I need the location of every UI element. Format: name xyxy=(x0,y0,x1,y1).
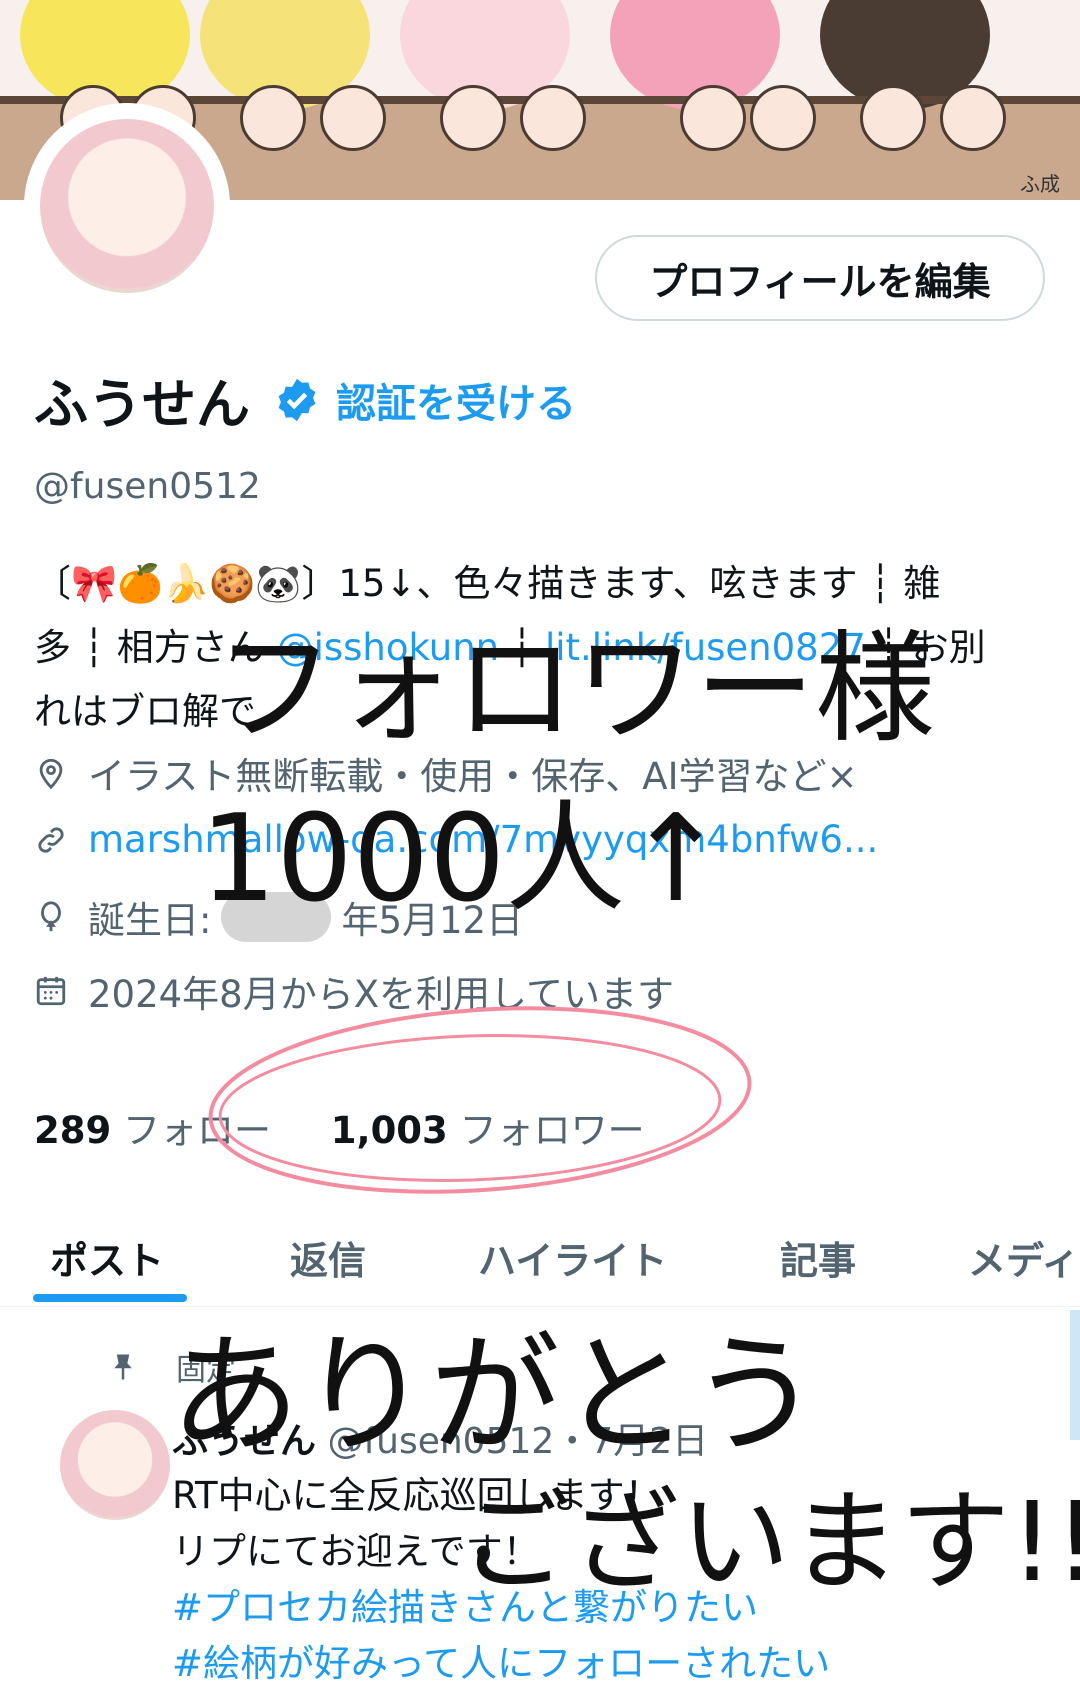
bio-mention-link[interactable]: @isshokunn xyxy=(277,626,500,669)
profile-bio: 〔🎀🍊🍌🍪🐼〕15↓、色々描きます、呟きます ┆ 雑 多 ┆ 相方さん @iss… xyxy=(34,552,1044,744)
pinned-text: 固定 xyxy=(176,1353,236,1388)
bio-separator: ┆ xyxy=(499,626,545,669)
tab-articles[interactable]: 記事 xyxy=(780,1230,856,1285)
birthday-prefix: 誕生日: xyxy=(88,899,212,942)
bio-line: 多 ┆ 相方さん @isshokunn ┆ lit.link/fusen0827… xyxy=(34,616,1044,680)
website-row: marshmallow-qa.com/7mvyyqxm4bnfw6... xyxy=(34,818,878,861)
banner-paw xyxy=(680,85,746,151)
joined-text: 2024年8月からXを利用しています xyxy=(88,973,674,1016)
pinned-label: 固定 xyxy=(108,1345,236,1389)
banner-paw xyxy=(240,85,306,151)
bio-text: ┆ お別 xyxy=(865,626,986,669)
following-count: 289 xyxy=(34,1109,112,1152)
tab-replies[interactable]: 返信 xyxy=(290,1230,366,1285)
joined-row: 2024年8月からXを利用しています xyxy=(34,964,674,1018)
banner-paw xyxy=(520,85,586,151)
tweet-line: リプにてお迎えです！ xyxy=(172,1530,540,1573)
get-verified-link[interactable]: 認証を受ける xyxy=(336,371,576,429)
birthday-year-redacted xyxy=(221,892,332,942)
active-tab-indicator xyxy=(33,1294,187,1302)
profile-tabs: ポスト 返信 ハイライト 記事 メディア xyxy=(0,1210,1080,1307)
avatar-image xyxy=(40,119,214,293)
tweet-hashtag[interactable]: #絵柄が好みって人にフォローされたい xyxy=(172,1636,1052,1692)
tab-highlights[interactable]: ハイライト xyxy=(478,1230,667,1285)
tweet-line: RT中心に全反応巡回します！ xyxy=(172,1474,662,1517)
following-link[interactable]: 289 フォロー xyxy=(34,1109,271,1152)
tweet-handle-date: @fusen0512・7月2日 xyxy=(327,1421,709,1462)
website-link[interactable]: marshmallow-qa.com/7mvyyqxm4bnfw6... xyxy=(88,818,878,861)
balloon-icon xyxy=(41,901,61,932)
profile-avatar[interactable] xyxy=(24,103,230,309)
verified-badge-icon xyxy=(278,378,316,421)
banner-paw xyxy=(320,85,386,151)
tweet-body[interactable]: RT中心に全反応巡回します！ リプにてお迎えです！ #プロセカ絵描きさんと繋がり… xyxy=(172,1468,1052,1692)
banner-signature: ふ成 xyxy=(1020,172,1060,196)
tweet-hashtag[interactable]: #プロセカ絵描きさんと繋がりたい xyxy=(172,1580,1052,1636)
followers-link[interactable]: 1,003 フォロワー xyxy=(331,1109,645,1152)
bio-line: れはブロ解で xyxy=(34,690,256,733)
banner-paw xyxy=(750,85,816,151)
followers-label: フォロワー xyxy=(459,1109,645,1152)
following-label: フォロー xyxy=(123,1109,271,1152)
bio-line: 〔🎀🍊🍌🍪🐼〕15↓、色々描きます、呟きます ┆ 雑 xyxy=(34,562,941,605)
scrollbar[interactable] xyxy=(1070,1310,1080,1440)
tab-posts[interactable]: ポスト xyxy=(50,1230,164,1285)
profile-handle: @fusen0512 xyxy=(34,466,261,507)
location-pin-icon xyxy=(39,758,63,790)
banner-paw xyxy=(860,85,926,151)
name-row: ふうせん 認証を受ける xyxy=(34,360,576,439)
tweet-header: ふうせん @fusen0512・7月2日 xyxy=(172,1412,708,1464)
location-text: イラスト無断転載・使用・保存、AI学習など× xyxy=(88,755,858,798)
location-row: イラスト無断転載・使用・保存、AI学習など× xyxy=(34,746,857,800)
pin-icon xyxy=(114,1354,132,1380)
bio-url-link[interactable]: lit.link/fusen0827 xyxy=(545,626,866,669)
edit-profile-button[interactable]: プロフィールを編集 xyxy=(595,235,1045,321)
bio-text: 多 ┆ 相方さん xyxy=(34,626,277,669)
link-icon xyxy=(38,826,64,853)
calendar-icon xyxy=(36,976,66,1006)
tweet-author-name[interactable]: ふうせん xyxy=(172,1421,316,1462)
birthday-row: 誕生日: 年5月12日 xyxy=(34,890,523,944)
tweet-author-avatar[interactable] xyxy=(60,1410,170,1520)
follow-counts: 289 フォロー 1,003 フォロワー xyxy=(34,1100,645,1154)
followers-count: 1,003 xyxy=(330,1109,448,1152)
banner-paw xyxy=(440,85,506,151)
display-name: ふうせん xyxy=(34,373,250,436)
birthday-suffix: 年5月12日 xyxy=(341,899,524,942)
tab-media[interactable]: メディア xyxy=(968,1230,1080,1285)
banner-paw xyxy=(940,85,1006,151)
